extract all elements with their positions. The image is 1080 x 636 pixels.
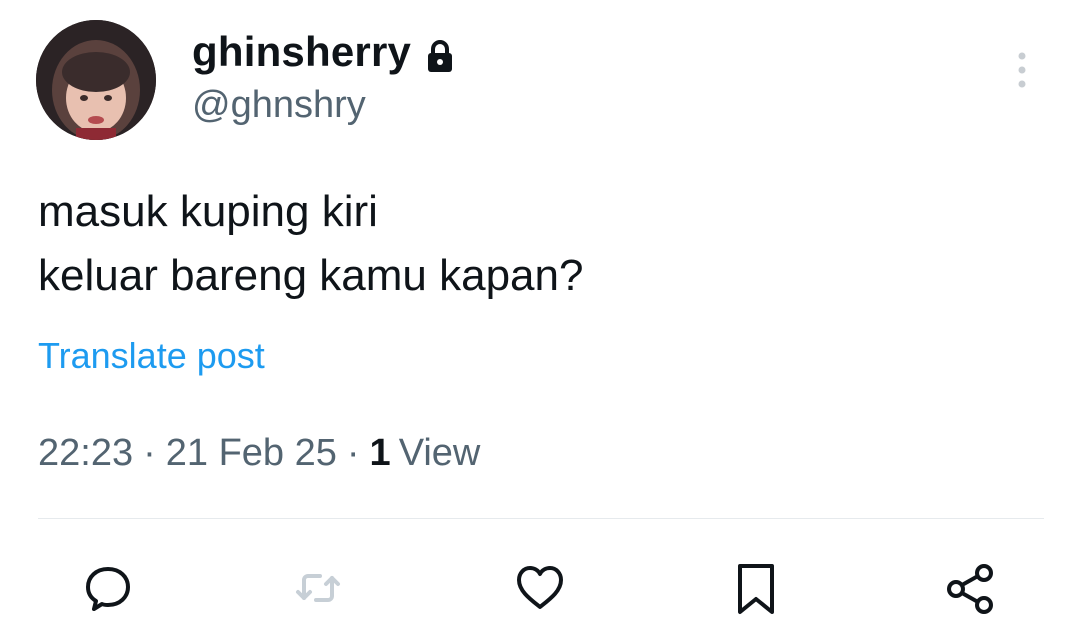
avatar[interactable] (36, 20, 156, 140)
like-button[interactable] (512, 560, 568, 616)
heart-icon (517, 566, 563, 609)
repost-button[interactable] (290, 560, 346, 616)
action-bar (0, 560, 1080, 624)
more-options-icon[interactable] (1012, 50, 1032, 90)
post-time[interactable]: 22:23 (38, 432, 133, 475)
views-count: 1 (369, 432, 391, 474)
meta-separator: · (143, 432, 156, 474)
lock-icon (425, 35, 455, 72)
post-meta: 22:23 · 21 Feb 25 · 1 View (38, 432, 480, 475)
display-name-text: ghinsherry (192, 28, 412, 75)
user-handle[interactable]: @ghnshry (192, 84, 366, 127)
share-icon (947, 564, 993, 614)
post-date[interactable]: 21 Feb 25 (166, 432, 337, 475)
avatar-image (36, 20, 156, 140)
post-text: masuk kuping kiri keluar bareng kamu kap… (38, 180, 583, 308)
post-line: masuk kuping kiri (38, 187, 378, 236)
display-name[interactable]: ghinsherry (192, 28, 455, 76)
bookmark-button[interactable] (728, 560, 784, 616)
reply-button[interactable] (80, 560, 136, 616)
meta-separator: · (346, 432, 360, 474)
bookmark-icon (738, 564, 774, 614)
repost-icon (296, 574, 340, 602)
translate-post-link[interactable]: Translate post (38, 335, 265, 377)
views-label: View (398, 432, 481, 474)
post-line: keluar bareng kamu kapan? (38, 251, 584, 300)
reply-icon (86, 567, 130, 611)
share-button[interactable] (942, 560, 998, 616)
divider (38, 518, 1044, 519)
